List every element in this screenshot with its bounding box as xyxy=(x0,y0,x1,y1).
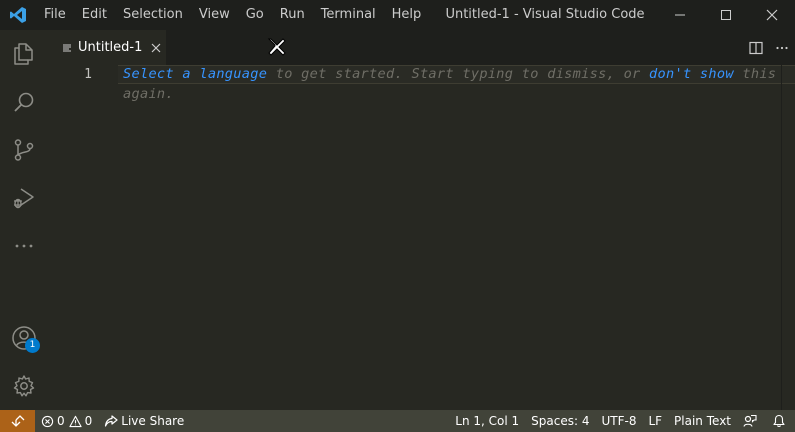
status-bar-right: Ln 1, Col 1 Spaces: 4 UTF-8 LF Plain Tex… xyxy=(449,410,795,432)
bell-icon xyxy=(773,414,785,427)
feedback-button[interactable] xyxy=(737,410,766,432)
more-icon xyxy=(15,244,33,248)
split-editor-button[interactable] xyxy=(743,30,769,65)
vscode-logo-icon[interactable] xyxy=(0,0,36,30)
error-icon xyxy=(41,415,54,427)
menu-help[interactable]: Help xyxy=(384,0,430,30)
run-debug-icon xyxy=(14,188,34,209)
live-share-label: Live Share xyxy=(121,414,185,428)
window-title: Untitled-1 - Visual Studio Code xyxy=(445,7,645,22)
more-actions-button[interactable] xyxy=(769,30,795,65)
warning-icon xyxy=(69,415,82,427)
warning-count: 0 xyxy=(84,414,93,428)
file-lines-icon xyxy=(63,44,71,51)
status-bar: 0 0 Live Share Ln 1, Col 1 Spaces: 4 UTF… xyxy=(0,410,795,432)
tab-label: Untitled-1 xyxy=(78,40,143,55)
menu-go[interactable]: Go xyxy=(238,0,272,30)
menu-file[interactable]: File xyxy=(36,0,74,30)
menu-selection[interactable]: Selection xyxy=(115,0,191,30)
maximize-icon xyxy=(721,10,731,20)
line-number: 1 xyxy=(84,67,92,82)
explorer-button[interactable] xyxy=(0,30,48,78)
menu-view[interactable]: View xyxy=(191,0,238,30)
remote-icon xyxy=(11,415,24,427)
vertical-scrollbar[interactable] xyxy=(781,65,795,410)
language-mode[interactable]: Plain Text xyxy=(668,410,737,432)
minimize-icon xyxy=(675,14,685,16)
search-button[interactable] xyxy=(0,78,48,126)
dont-show-link[interactable]: don't show xyxy=(649,66,734,82)
tab-bar: Untitled-1 xyxy=(48,30,795,65)
close-icon xyxy=(151,43,161,52)
source-control-button[interactable] xyxy=(0,126,48,174)
feedback-icon xyxy=(743,414,757,427)
title-bar: File Edit Selection View Go Run Terminal… xyxy=(0,0,795,30)
menu-bar: File Edit Selection View Go Run Terminal… xyxy=(36,0,429,30)
tab-close-button[interactable] xyxy=(151,43,161,53)
remote-button[interactable] xyxy=(0,410,35,432)
cursor-position[interactable]: Ln 1, Col 1 xyxy=(449,410,525,432)
end-of-line[interactable]: LF xyxy=(642,410,668,432)
empty-editor-hint: Select a language to get started. Start … xyxy=(123,65,783,104)
error-count: 0 xyxy=(57,414,65,428)
accounts-button[interactable] xyxy=(0,314,48,362)
run-debug-button[interactable] xyxy=(0,174,48,222)
search-icon xyxy=(14,92,34,112)
maximize-button[interactable] xyxy=(703,0,749,30)
encoding[interactable]: UTF-8 xyxy=(595,410,642,432)
tab-untitled-1[interactable]: Untitled-1 xyxy=(48,30,166,65)
mouse-cursor-icon xyxy=(267,38,286,56)
menu-terminal[interactable]: Terminal xyxy=(313,0,384,30)
accounts-badge: 1 xyxy=(25,338,40,353)
explorer-icon xyxy=(14,43,33,65)
select-language-link[interactable]: Select a language xyxy=(123,66,267,82)
editor-area[interactable]: 1 Select a language to get started. Star… xyxy=(48,65,795,410)
gear-icon xyxy=(13,375,35,397)
close-icon xyxy=(766,9,778,21)
more-button[interactable] xyxy=(0,222,48,270)
split-editor-icon xyxy=(749,41,763,54)
menu-edit[interactable]: Edit xyxy=(74,0,115,30)
source-control-icon xyxy=(14,139,34,161)
minimize-button[interactable] xyxy=(657,0,703,30)
editor-actions xyxy=(743,30,795,65)
hint-text: to get started. Start typing to dismiss,… xyxy=(267,66,650,82)
notifications-button[interactable] xyxy=(766,410,795,432)
menu-run[interactable]: Run xyxy=(272,0,313,30)
activity-bar xyxy=(0,30,48,410)
manage-button[interactable] xyxy=(0,362,48,410)
indentation[interactable]: Spaces: 4 xyxy=(525,410,595,432)
live-share-icon xyxy=(105,415,118,427)
window-controls xyxy=(657,0,795,30)
problems-button[interactable]: 0 0 xyxy=(35,410,98,432)
close-window-button[interactable] xyxy=(749,0,795,30)
ellipsis-icon xyxy=(776,46,788,49)
live-share-button[interactable]: Live Share xyxy=(98,410,190,432)
